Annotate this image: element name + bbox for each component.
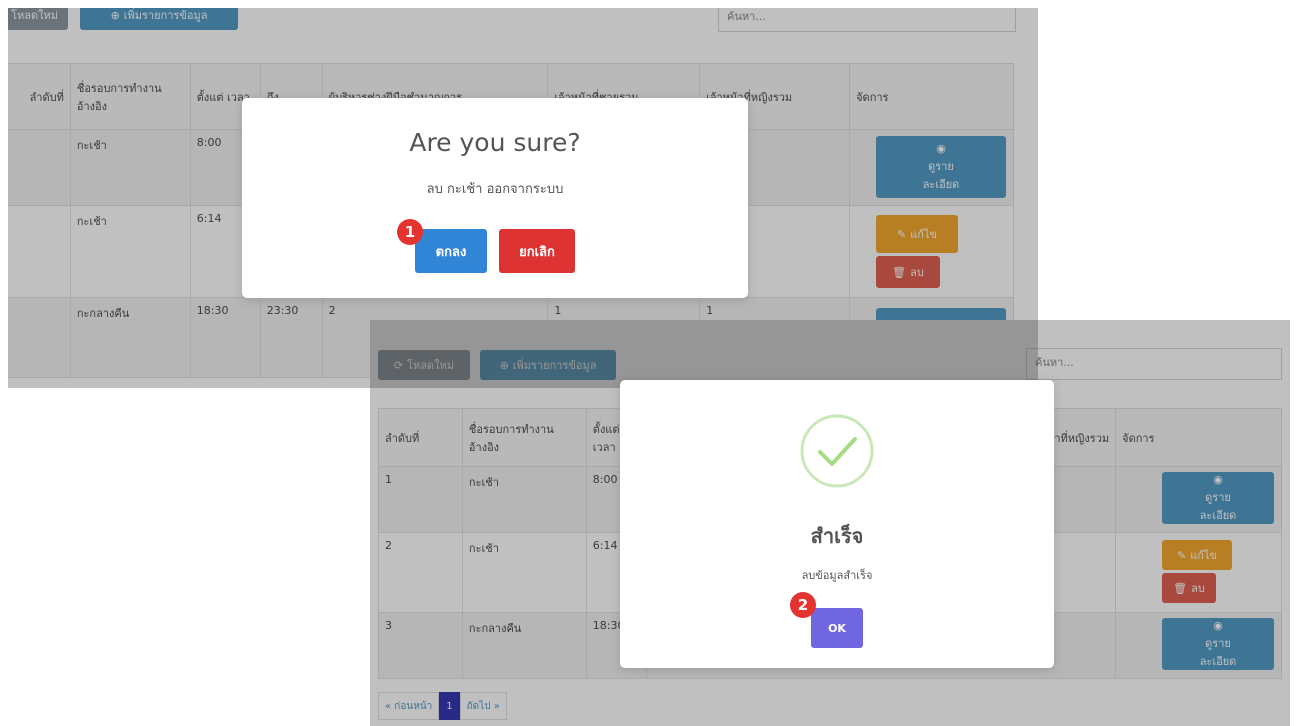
screenshot-delete-success: ⟳ โหลดใหม่ ⊕ เพิ่มรายการข้อมูล ค้นหา... … (370, 320, 1290, 726)
dialog-text: ลบ กะเช้า ออกจากระบบ (426, 182, 564, 197)
step-badge: 2 (790, 592, 816, 618)
confirm-button[interactable]: ตกลง (415, 229, 487, 273)
step-badge: 1 (397, 219, 423, 245)
ok-button[interactable]: OK (811, 608, 863, 648)
dialog-title: Are you sure? (409, 128, 581, 157)
success-dialog: สำเร็จ ลบข้อมูลสำเร็จ OK 2 (620, 380, 1054, 668)
success-check-icon (800, 414, 874, 488)
dialog-title: สำเร็จ (810, 524, 864, 548)
dialog-text: ลบข้อมูลสำเร็จ (801, 569, 873, 582)
confirm-dialog: Are you sure? ลบ กะเช้า ออกจากระบบ ตกลง … (242, 98, 748, 298)
cancel-button[interactable]: ยกเลิก (499, 229, 575, 273)
